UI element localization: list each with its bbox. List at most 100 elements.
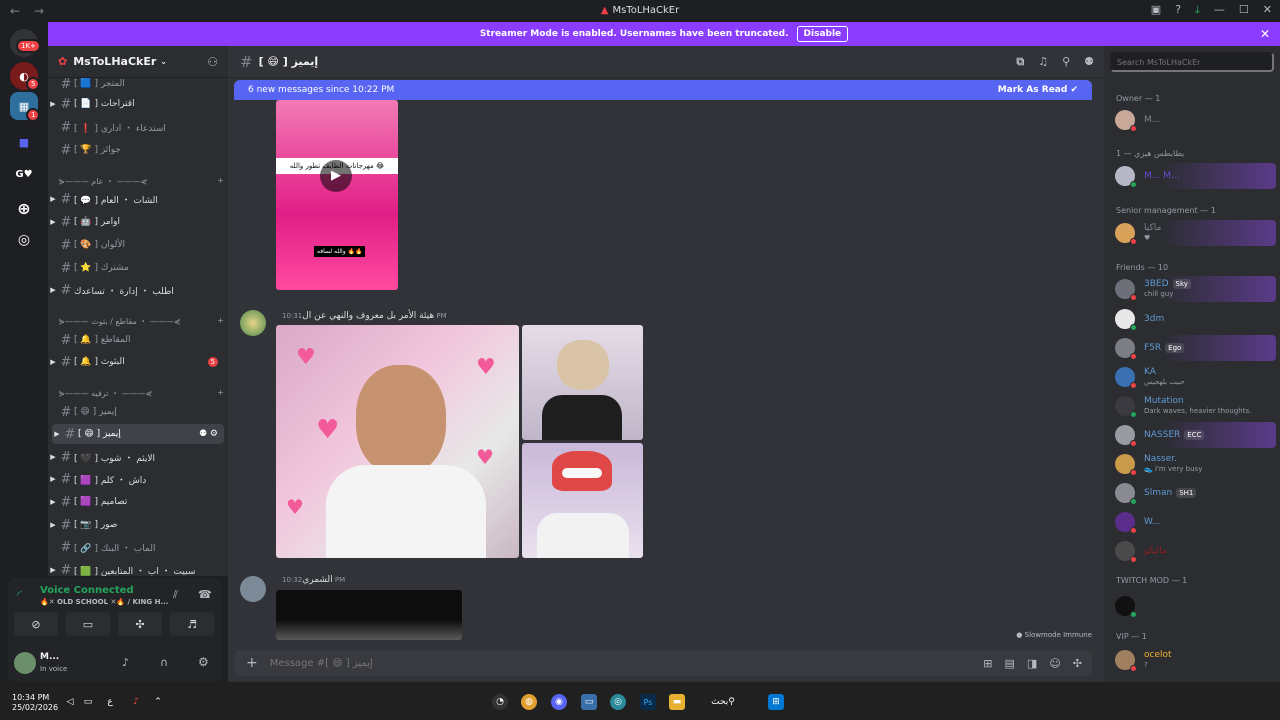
members-icon[interactable]: ⚉ xyxy=(1084,55,1094,69)
gif-icon[interactable]: ▤ xyxy=(1005,657,1015,670)
channel-item[interactable]: ▶ #[ 🤖 ] اوامر xyxy=(48,212,226,232)
channel-category[interactable]: ⋟——— عام ・ ———⋞ + xyxy=(58,176,224,187)
network-icon[interactable]: ▭ xyxy=(80,694,96,710)
channel-item[interactable]: ▶ #[ 🔔 ] البثوث 5 xyxy=(48,352,226,372)
member-item[interactable]: W... xyxy=(1112,509,1276,535)
mic-icon[interactable]: ♪ xyxy=(122,656,129,669)
channel-item[interactable]: #[ 🏆 ] جوائز xyxy=(48,140,226,160)
gift-icon[interactable]: ⊞ xyxy=(983,657,992,670)
avatar[interactable] xyxy=(14,652,36,674)
new-messages-bar[interactable]: 6 new messages since 10:22 PM Mark As Re… xyxy=(234,80,1092,100)
apps-icon[interactable]: ✣ xyxy=(1073,657,1082,670)
author-name[interactable]: الشمري xyxy=(302,575,333,585)
discover-icon[interactable]: ◎ xyxy=(10,226,38,254)
add-channel-icon[interactable]: + xyxy=(217,316,224,327)
mark-read-button[interactable]: Mark As Read xyxy=(998,85,1068,95)
camera-button[interactable]: ⊘ xyxy=(14,612,58,636)
video-embed[interactable]: مهرجانات الطايف تطور والله 😂 ▶ والله لسا… xyxy=(276,100,398,290)
message-author[interactable]: الشمري10:32 PM xyxy=(276,575,345,585)
channel-item[interactable]: #[ 🔗 ] الماب ・ البنك xyxy=(48,537,226,557)
soundboard-button[interactable]: ♬ xyxy=(170,612,214,636)
avatar[interactable] xyxy=(240,576,266,602)
channel-category[interactable]: ⋟——— مقاطع / بثوث ・ ———⋞ + xyxy=(58,316,224,327)
add-server-icon[interactable]: ⊕ xyxy=(10,194,38,222)
member-item[interactable]: Mutation Dark waves, heavier thoughts. xyxy=(1112,393,1276,419)
windows-start-icon[interactable]: ⊞ xyxy=(768,694,784,710)
voice-channel-name[interactable]: 🔥✕ OLD SCHOOL ✕🔥 / KING H... xyxy=(40,598,168,606)
channel-item[interactable]: #[ 🟦 ] المتجر xyxy=(48,74,226,94)
member-item[interactable]: M... xyxy=(1112,107,1276,133)
image-attachment[interactable] xyxy=(522,325,643,440)
add-member-icon[interactable]: ⚇ xyxy=(207,55,218,69)
disable-button[interactable]: Disable xyxy=(796,26,849,42)
member-item[interactable]: 3BED Sky chill guy xyxy=(1112,276,1276,302)
language-indicator[interactable]: ع xyxy=(102,694,118,710)
add-channel-icon[interactable]: + xyxy=(217,388,224,399)
headphones-icon[interactable]: ∩ xyxy=(160,656,168,669)
image-attachment[interactable] xyxy=(276,590,462,640)
photoshop-icon[interactable]: Ps xyxy=(640,694,656,710)
channel-item[interactable]: #[ ❗ ] استدعاء ・ اداري xyxy=(48,117,226,137)
bell-icon[interactable]: ♫ xyxy=(1038,55,1048,69)
chrome-icon[interactable]: ◍ xyxy=(521,694,537,710)
app-icon-globe[interactable]: ◎ xyxy=(610,694,626,710)
channel-item[interactable]: #[ 🔔 ] المقاطع xyxy=(48,330,226,350)
member-item[interactable]: KA حبيب بلهجيس xyxy=(1112,364,1276,390)
message-author[interactable]: هيئة الأمر بل معروف والنهي عن ال10:31 PM xyxy=(276,311,447,321)
member-item[interactable]: F5R Ego xyxy=(1112,335,1276,361)
voice-connected-label[interactable]: Voice Connected xyxy=(40,585,134,596)
app-icon-window[interactable]: ▭ xyxy=(581,694,597,710)
help-icon[interactable]: ? xyxy=(1175,3,1181,17)
tray-chevron-icon[interactable]: ⌃ xyxy=(150,694,166,710)
minimize-button[interactable]: — xyxy=(1214,3,1225,17)
member-item[interactable]: 3dm xyxy=(1112,306,1276,332)
channel-item[interactable]: ▶ #[ 🟪 ] تصاميم xyxy=(48,492,226,512)
gear-icon[interactable]: ⚙ xyxy=(198,655,209,669)
message-input[interactable] xyxy=(269,657,870,669)
mic-in-use-icon[interactable]: ♪ xyxy=(128,694,144,710)
taskbar-search[interactable]: بحث ⚲ xyxy=(700,694,746,710)
channel-item[interactable]: ▶ #[ 🖤 ] الايثم ・ شوب xyxy=(48,447,226,467)
channel-category[interactable]: ⋟——— ترفيه ・ ———⋞ + xyxy=(58,388,224,399)
channel-item[interactable]: #[ 🎨 ] الألوان xyxy=(48,235,226,255)
close-window-button[interactable]: ✕ xyxy=(1263,3,1272,17)
channel-item[interactable]: ▶ #[ 📷 ] صور xyxy=(48,515,226,535)
attach-plus-icon[interactable]: + xyxy=(246,655,258,671)
member-item[interactable]: Slman SH1 xyxy=(1112,480,1276,506)
sticker-icon[interactable]: ◨ xyxy=(1027,657,1037,670)
inbox-icon[interactable]: ▣ xyxy=(1151,3,1161,17)
image-attachment[interactable]: ♥ ♥ ♥ ♥ ♥ xyxy=(276,325,519,558)
channel-settings-icon[interactable]: ⚉ ⚙ xyxy=(199,429,218,439)
activities-button[interactable]: ✣ xyxy=(118,612,162,636)
member-item[interactable]: Nasser. 👟 I'm very busy xyxy=(1112,451,1276,477)
play-icon[interactable]: ▶ xyxy=(320,160,352,192)
channel-item[interactable]: ▶ #[ 💬 ] الشات ・ العام xyxy=(48,189,226,209)
avatar[interactable] xyxy=(240,310,266,336)
server-g[interactable]: G♥ xyxy=(10,160,38,188)
channel-item[interactable]: ▶ #[ 😄 ] إيميز ⚉ ⚙ xyxy=(52,424,224,444)
member-item[interactable] xyxy=(1112,593,1276,619)
file-explorer-icon[interactable]: ▬ xyxy=(669,694,685,710)
channel-item[interactable]: ▶ #[ 🟩 ] سبيت ・ اب ・ المتابعين xyxy=(48,560,226,577)
disconnect-icon[interactable]: ☎ xyxy=(198,588,212,601)
emoji-icon[interactable]: ☺ xyxy=(1049,657,1060,670)
app-icon-record[interactable]: ◔ xyxy=(492,694,508,710)
pin-icon[interactable]: ⚲ xyxy=(1062,55,1070,69)
discord-icon[interactable]: ◉ xyxy=(551,694,567,710)
member-item[interactable]: ماليكو xyxy=(1112,538,1276,564)
channel-item[interactable]: #[ ⭐ ] مشترك xyxy=(48,258,226,278)
add-channel-icon[interactable]: + xyxy=(217,176,224,187)
clock[interactable]: 10:34 PM 25/02/2026 xyxy=(12,693,58,713)
channel-item[interactable]: ▶ #[ 📄 ] اقتراحات xyxy=(48,94,226,114)
member-item[interactable]: ocelot? xyxy=(1112,647,1276,673)
channel-item[interactable]: ▶ #[ 🟪 ] داش ・ كلم xyxy=(48,469,226,489)
member-item[interactable]: NASSER ECC xyxy=(1112,422,1276,448)
member-item[interactable]: ماكيا ♥ xyxy=(1112,220,1276,246)
author-name[interactable]: هيئة الأمر بل معروف والنهي عن ال xyxy=(302,311,434,321)
member-search-input[interactable] xyxy=(1110,52,1274,72)
volume-icon[interactable]: ◁ xyxy=(62,694,78,710)
folder-icon[interactable]: ■ xyxy=(10,128,38,156)
screenshare-button[interactable]: ▭ xyxy=(66,612,110,636)
channel-item[interactable]: #[ 😄 ] إيميز xyxy=(48,402,226,422)
maximize-button[interactable]: ☐ xyxy=(1239,3,1249,17)
